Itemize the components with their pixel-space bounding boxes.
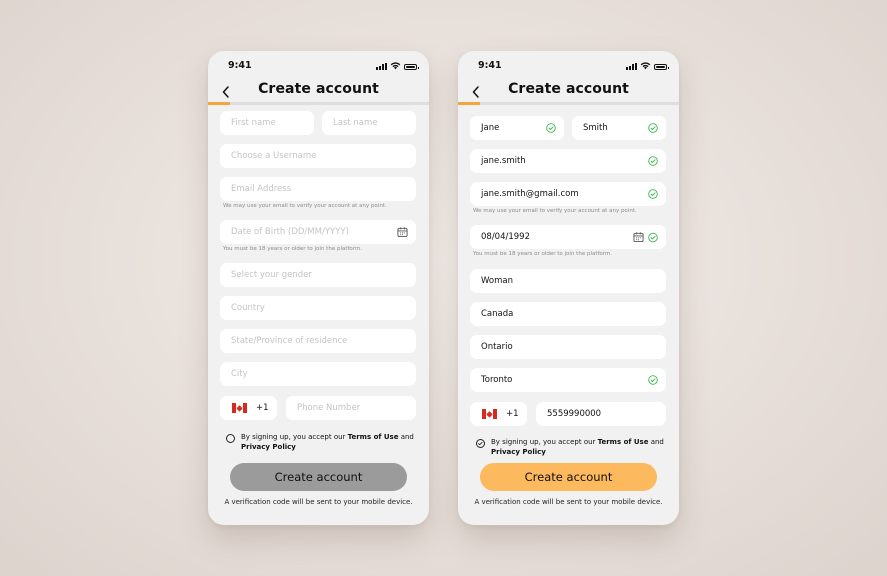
status-time: 9:41 (228, 60, 252, 71)
country-placeholder: Country (231, 303, 265, 313)
progress-fill (458, 102, 480, 105)
canada-flag-icon (232, 403, 247, 413)
progress-bar (208, 102, 429, 105)
last-name-input[interactable]: Last name (322, 111, 416, 135)
privacy-policy-link[interactable]: Privacy Policy (491, 448, 546, 456)
terms-radio-checked[interactable] (476, 439, 485, 448)
progress-bar (458, 102, 679, 105)
gender-placeholder: Select your gender (231, 270, 312, 280)
verification-note: A verification code will be sent to your… (474, 498, 663, 506)
wifi-icon (640, 62, 651, 70)
terms-consent: By signing up, you accept our Terms of U… (226, 433, 419, 452)
terms-of-use-link[interactable]: Terms of Use (348, 433, 399, 441)
valid-check-icon (648, 375, 658, 385)
first-name-input[interactable]: Jane (470, 116, 564, 140)
terms-and: and (398, 433, 414, 441)
page-title: Create account (508, 81, 629, 97)
country-code-select[interactable]: +1 (470, 402, 527, 426)
dob-hint: You must be 18 years or older to join th… (473, 251, 613, 257)
privacy-policy-link[interactable]: Privacy Policy (241, 443, 296, 451)
country-select[interactable]: Canada (470, 302, 666, 326)
email-value: jane.smith@gmail.com (481, 189, 579, 199)
gender-select[interactable]: Woman (470, 269, 666, 293)
terms-radio[interactable] (226, 434, 235, 443)
terms-text: By signing up, you accept our Terms of U… (491, 438, 664, 457)
valid-check-icon (648, 189, 658, 199)
email-placeholder: Email Address (231, 184, 292, 194)
valid-check-icon (648, 123, 658, 133)
valid-check-icon (648, 156, 658, 166)
dob-hint: You must be 18 years or older to join th… (223, 246, 363, 252)
cellular-signal-icon (626, 62, 637, 70)
city-input[interactable]: City (220, 362, 416, 386)
terms-and: and (648, 438, 664, 446)
username-value: jane.smith (481, 156, 526, 166)
state-placeholder: State/Province of residence (231, 336, 348, 346)
gender-select[interactable]: Select your gender (220, 263, 416, 287)
gender-value: Woman (481, 276, 513, 286)
first-name-input[interactable]: First name (220, 111, 314, 135)
state-value: Ontario (481, 342, 513, 352)
terms-consent: By signing up, you accept our Terms of U… (476, 438, 669, 457)
terms-prefix: By signing up, you accept our (491, 438, 598, 446)
last-name-placeholder: Last name (333, 118, 378, 128)
phone-placeholder: Phone Number (297, 403, 361, 413)
country-code: +1 (506, 409, 519, 419)
email-hint: We may use your email to verify your acc… (223, 203, 387, 209)
first-name-placeholder: First name (231, 118, 276, 128)
terms-text: By signing up, you accept our Terms of U… (241, 433, 414, 452)
status-time: 9:41 (478, 60, 502, 71)
calendar-icon[interactable] (397, 227, 408, 238)
email-input[interactable]: Email Address (220, 177, 416, 201)
create-account-button[interactable]: Create account (230, 463, 407, 491)
battery-icon (654, 64, 669, 70)
battery-icon (404, 64, 419, 70)
phone-screen-filled: 9:41 Create account Jane Smith jane.smit… (458, 51, 679, 525)
city-placeholder: City (231, 369, 248, 379)
email-input[interactable]: jane.smith@gmail.com (470, 182, 666, 206)
username-placeholder: Choose a Username (231, 151, 317, 161)
progress-fill (208, 102, 230, 105)
city-value: Toronto (481, 375, 513, 385)
country-code: +1 (256, 403, 269, 413)
date-of-birth-input[interactable]: Date of Birth (DD/MM/YYYY) (220, 220, 416, 244)
cellular-signal-icon (376, 62, 387, 70)
last-name-input[interactable]: Smith (572, 116, 666, 140)
state-select[interactable]: State/Province of residence (220, 329, 416, 353)
status-bar: 9:41 (478, 60, 669, 72)
phone-number-input[interactable]: Phone Number (286, 396, 416, 420)
dob-value: 08/04/1992 (481, 232, 530, 242)
terms-of-use-link[interactable]: Terms of Use (598, 438, 649, 446)
create-account-button[interactable]: Create account (480, 463, 657, 491)
terms-prefix: By signing up, you accept our (241, 433, 348, 441)
valid-check-icon (648, 232, 658, 242)
phone-screen-empty: 9:41 Create account First name Last name… (208, 51, 429, 525)
city-input[interactable]: Toronto (470, 368, 666, 392)
checkmark-icon (478, 441, 483, 446)
email-hint: We may use your email to verify your acc… (473, 208, 637, 214)
verification-note: A verification code will be sent to your… (224, 498, 413, 506)
country-select[interactable]: Country (220, 296, 416, 320)
country-value: Canada (481, 309, 514, 319)
canada-flag-icon (482, 409, 497, 419)
last-name-value: Smith (583, 123, 608, 133)
username-input[interactable]: Choose a Username (220, 144, 416, 168)
calendar-icon[interactable] (633, 232, 644, 243)
page-title: Create account (258, 81, 379, 97)
status-bar: 9:41 (228, 60, 419, 72)
wifi-icon (390, 62, 401, 70)
country-code-select[interactable]: +1 (220, 396, 277, 420)
phone-number-input[interactable]: 5559990000 (536, 402, 666, 426)
dob-placeholder: Date of Birth (DD/MM/YYYY) (231, 227, 349, 237)
first-name-value: Jane (481, 123, 500, 133)
valid-check-icon (546, 123, 556, 133)
username-input[interactable]: jane.smith (470, 149, 666, 173)
state-select[interactable]: Ontario (470, 335, 666, 359)
date-of-birth-input[interactable]: 08/04/1992 (470, 225, 666, 249)
phone-value: 5559990000 (547, 409, 602, 419)
